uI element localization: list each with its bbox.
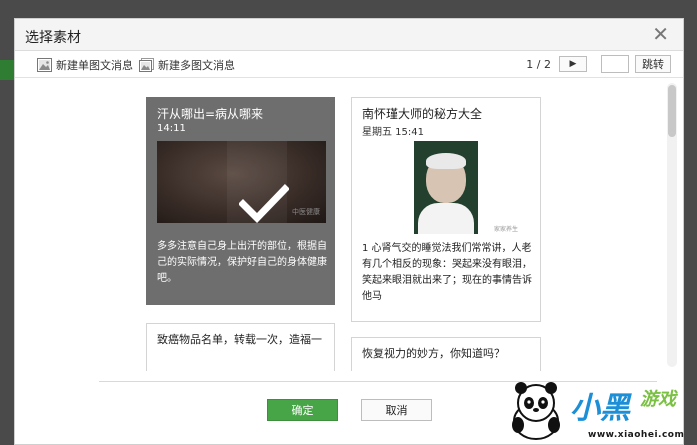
thumbnail-watermark: 家家养生 (494, 226, 519, 233)
card-title: 南怀瑾大师的秘方大全 (362, 107, 483, 121)
brand-name-part1: 小黑 (570, 391, 630, 426)
card-title: 恢复视力的妙方，你知道吗？ (362, 347, 505, 360)
multi-image-icon (139, 58, 154, 72)
image-icon (37, 58, 52, 72)
checkmark-icon (239, 184, 289, 223)
new-single-label: 新建单图文消息 (56, 59, 133, 72)
dialog-title: 选择素材 (25, 30, 81, 46)
portrait-shirt (418, 203, 474, 234)
page-number-input[interactable] (601, 55, 629, 73)
thumbnail-watermark: 中医健康 (292, 208, 320, 216)
material-card-2[interactable]: 南怀瑾大师的秘方大全 星期五 15:41 家家养生 1 心肾气交的睡觉法我们常常… (351, 97, 541, 322)
background-accent (0, 60, 14, 80)
card-description: 1 心肾气交的睡觉法我们常常讲，人老有几个相反的现象：哭起来没有眼泪，笑起来眼泪… (362, 243, 532, 302)
confirm-button[interactable]: 确定 (267, 399, 338, 421)
page-indicator: 1 / 2 (526, 57, 551, 71)
next-page-button[interactable]: ▶ (559, 56, 587, 72)
material-card-3[interactable]: 致癌物品名单，转载一次，造福一 (146, 323, 335, 371)
card-date: 星期五 15:41 (362, 127, 424, 138)
new-multi-label: 新建多图文消息 (158, 59, 235, 72)
brand-watermark: 小黑 游戏 www.xiaohei.com (500, 375, 697, 445)
new-multi-article-button[interactable]: 新建多图文消息 (139, 56, 235, 74)
jump-button[interactable]: 跳转 (635, 55, 671, 73)
close-icon[interactable]: ✕ (652, 24, 669, 44)
card-thumbnail (414, 141, 478, 234)
cancel-button[interactable]: 取消 (361, 399, 432, 421)
card-title: 汗从哪出=病从哪来 (157, 107, 264, 121)
dialog-titlebar: 选择素材 ✕ (15, 19, 683, 51)
card-date: 14:11 (157, 123, 186, 134)
card-title: 致癌物品名单，转载一次，造福一 (157, 333, 322, 346)
material-list: 汗从哪出=病从哪来 14:11 中医健康 多多注意自己身上出汗的部位，根据自己的… (15, 79, 683, 371)
dialog-toolbar: 新建单图文消息 新建多图文消息 1 / 2 ▶ 跳转 (15, 51, 683, 78)
new-single-article-button[interactable]: 新建单图文消息 (37, 56, 133, 74)
list-scrollbar[interactable] (667, 83, 677, 367)
brand-url: www.xiaohei.com (588, 430, 685, 440)
portrait-hair (426, 153, 466, 169)
brand-name-part2: 游戏 (640, 389, 676, 410)
pagination: 1 / 2 ▶ 跳转 (526, 55, 671, 73)
card-description: 多多注意自己身上出汗的部位，根据自己的实际情况，保护好自己的身体健康吧。 (157, 241, 327, 284)
panda-logo-icon (512, 382, 560, 440)
material-card-4[interactable]: 恢复视力的妙方，你知道吗？ (351, 337, 541, 371)
scrollbar-thumb[interactable] (668, 85, 676, 137)
material-card-1[interactable]: 汗从哪出=病从哪来 14:11 中医健康 多多注意自己身上出汗的部位，根据自己的… (146, 97, 335, 305)
